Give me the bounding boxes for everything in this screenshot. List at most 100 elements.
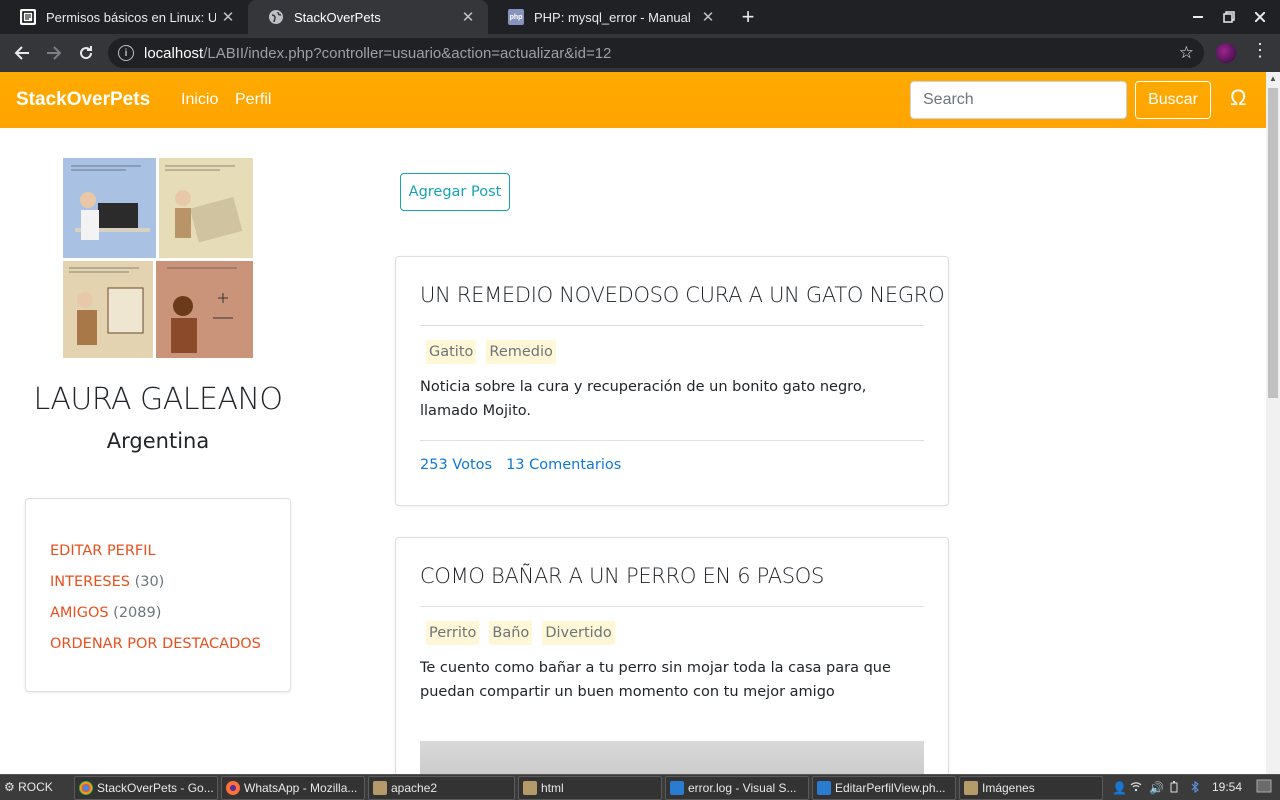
- close-icon[interactable]: ✕: [456, 8, 480, 26]
- post-title[interactable]: COMO BAÑAR A UN PERRO EN 6 PASOS: [420, 564, 824, 588]
- taskbar-item[interactable]: error.log - Visual S...: [665, 776, 809, 800]
- taskbar-item[interactable]: StackOverPets - Go...: [74, 776, 218, 800]
- post-description: Te cuento como bañar a tu perro sin moja…: [420, 660, 891, 700]
- new-tab-button[interactable]: +: [738, 4, 758, 30]
- scroll-up-arrow-icon[interactable]: ▲: [1266, 72, 1280, 86]
- clock[interactable]: 19:54: [1212, 780, 1242, 794]
- taskbar-label: html: [541, 781, 564, 795]
- sort-featured-link[interactable]: ORDENAR POR DESTACADOS: [50, 636, 261, 652]
- folder-icon: [523, 781, 537, 795]
- site-navbar: StackOverPets Inicio Perfil Search Busca…: [0, 72, 1266, 128]
- taskbar-label: apache2: [391, 781, 438, 795]
- globe-icon: [268, 9, 284, 25]
- user-menu-icon[interactable]: Ω: [1230, 85, 1246, 111]
- browser-tab-strip: Permisos básicos en Linux: U ✕ StackOver…: [0, 0, 1280, 34]
- start-label: ROCK: [18, 780, 53, 794]
- profile-avatar-icon[interactable]: [1216, 43, 1236, 63]
- divider: [420, 606, 924, 607]
- tag-badge[interactable]: Gatito: [426, 340, 477, 364]
- taskbar-label: Imágenes: [982, 781, 1035, 795]
- browser-tab-active[interactable]: StackOverPets ✕: [248, 0, 488, 34]
- tab-title: StackOverPets: [294, 9, 381, 25]
- bookmark-star-icon[interactable]: ☆: [1179, 43, 1194, 63]
- brand-logo[interactable]: StackOverPets: [16, 89, 150, 111]
- volume-icon[interactable]: 🔊: [1149, 781, 1164, 795]
- friends-link[interactable]: AMIGOS (2089): [50, 605, 161, 621]
- profile-avatar-image: [63, 158, 253, 358]
- tag-badge[interactable]: Remedio: [486, 340, 556, 364]
- close-window-button[interactable]: [1242, 0, 1278, 34]
- nav-link-perfil[interactable]: Perfil: [235, 91, 271, 109]
- comments-link[interactable]: 13 Comentarios: [506, 457, 621, 473]
- info-icon[interactable]: i: [118, 45, 134, 61]
- post-card: UN REMEDIO NOVEDOSO CURA A UN GATO NEGRO…: [395, 256, 949, 506]
- vscode-icon: [670, 781, 684, 795]
- post-title[interactable]: UN REMEDIO NOVEDOSO CURA A UN GATO NEGRO: [420, 283, 945, 307]
- interests-label: INTERESES: [50, 574, 130, 590]
- firefox-icon: [226, 781, 240, 795]
- post-description: Noticia sobre la cura y recuperación de …: [420, 379, 867, 419]
- add-post-button[interactable]: Agregar Post: [400, 173, 510, 211]
- profile-menu-card: EDITAR PERFIL INTERESES (30) AMIGOS (208…: [25, 498, 291, 692]
- friends-count: (2089): [113, 605, 162, 621]
- post-tags: Gatito Remedio: [426, 340, 556, 364]
- back-button[interactable]: [8, 39, 36, 67]
- taskbar-label: error.log - Visual S...: [688, 781, 797, 795]
- scrollbar-thumb[interactable]: [1268, 88, 1278, 398]
- page-scrollbar[interactable]: ▲: [1266, 72, 1280, 774]
- bluetooth-icon[interactable]: [1190, 780, 1200, 796]
- post-tags: Perrito Baño Divertido: [426, 621, 615, 645]
- url-host: localhost: [144, 44, 204, 62]
- taskbar-item[interactable]: html: [518, 776, 662, 800]
- os-taskbar: ⚙ ROCK StackOverPets - Go... WhatsApp - …: [0, 774, 1280, 800]
- tag-badge[interactable]: Baño: [489, 621, 533, 645]
- profile-country: Argentina: [106, 429, 210, 453]
- search-button[interactable]: Buscar: [1135, 81, 1211, 119]
- address-bar[interactable]: i localhost/LABII/index.php?controller=u…: [108, 38, 1204, 68]
- chrome-icon: [79, 781, 93, 795]
- divider: [420, 325, 924, 326]
- browser-tab[interactable]: php PHP: mysql_error - Manual ✕: [488, 0, 728, 34]
- nav-link-inicio[interactable]: Inicio: [181, 91, 218, 109]
- taskbar-label: WhatsApp - Mozilla...: [244, 781, 358, 795]
- reload-button[interactable]: [72, 39, 100, 67]
- start-menu-button[interactable]: ⚙ ROCK: [4, 780, 53, 794]
- gear-icon: ⚙: [4, 780, 15, 794]
- edit-profile-link[interactable]: EDITAR PERFIL: [50, 543, 156, 559]
- user-icon[interactable]: 👤: [1112, 781, 1127, 795]
- search-input[interactable]: Search: [910, 81, 1127, 119]
- vscode-icon: [817, 781, 831, 795]
- taskbar-item[interactable]: apache2: [368, 776, 515, 800]
- taskbar-item[interactable]: Imágenes: [959, 776, 1103, 800]
- browser-tab[interactable]: Permisos básicos en Linux: U ✕: [0, 0, 248, 34]
- divider: [420, 440, 924, 441]
- post-card: COMO BAÑAR A UN PERRO EN 6 PASOS Perrito…: [395, 537, 949, 797]
- forward-button[interactable]: [40, 39, 68, 67]
- url-path: /LABII/index.php?controller=usuario&acti…: [203, 44, 612, 62]
- folder-icon: [373, 781, 387, 795]
- wifi-icon[interactable]: [1130, 781, 1142, 795]
- taskbar-item[interactable]: EditarPerfilView.ph...: [812, 776, 956, 800]
- interests-link[interactable]: INTERESES (30): [50, 574, 164, 590]
- folder-icon: [964, 781, 978, 795]
- friends-label: AMIGOS: [50, 605, 109, 621]
- tab-title: PHP: mysql_error - Manual: [534, 9, 691, 25]
- interests-count: (30): [134, 574, 165, 590]
- more-menu-icon[interactable]: ⋮: [1250, 40, 1270, 61]
- battery-icon[interactable]: [1170, 781, 1178, 796]
- close-icon[interactable]: ✕: [696, 8, 720, 26]
- taskbar-item[interactable]: WhatsApp - Mozilla...: [221, 776, 365, 800]
- tag-badge[interactable]: Divertido: [542, 621, 615, 645]
- php-icon: php: [508, 9, 524, 25]
- tag-badge[interactable]: Perrito: [426, 621, 480, 645]
- close-icon[interactable]: ✕: [216, 8, 240, 26]
- document-icon: [20, 9, 36, 25]
- tab-title: Permisos básicos en Linux: U: [46, 9, 216, 25]
- taskbar-label: EditarPerfilView.ph...: [835, 781, 946, 795]
- taskbar-label: StackOverPets - Go...: [97, 781, 214, 795]
- browser-toolbar: i localhost/LABII/index.php?controller=u…: [0, 34, 1280, 72]
- profile-name: LAURA GALEANO: [33, 382, 283, 417]
- votes-link[interactable]: 253 Votos: [420, 457, 492, 473]
- show-desktop-icon[interactable]: [1256, 779, 1272, 796]
- post-footer: 253 Votos 13 Comentarios: [420, 457, 621, 473]
